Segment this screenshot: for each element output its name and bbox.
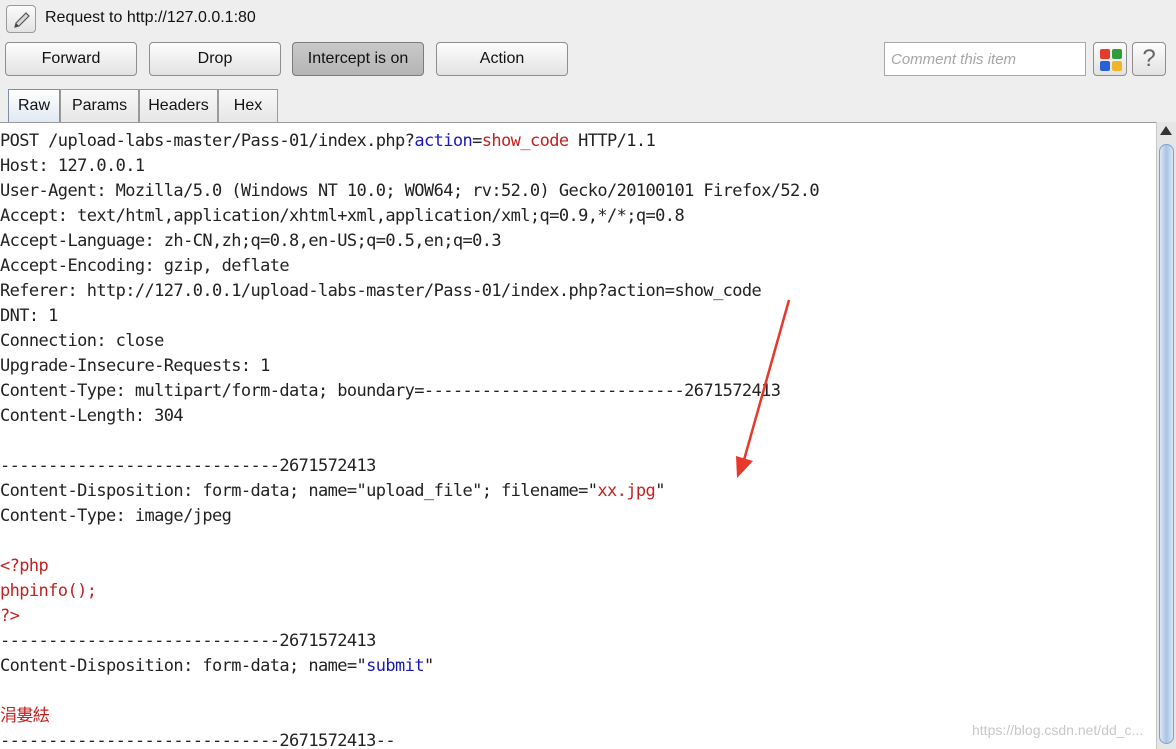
header-accept-encoding: Accept-Encoding: gzip, deflate [0,256,290,276]
header-content-type: Content-Type: multipart/form-data; bound… [0,381,781,401]
boundary-end-line: -----------------------------2671572413-… [0,731,396,749]
submit-value: 涓婁紶 [0,706,50,726]
part-content-type: Content-Type: image/jpeg [0,506,232,526]
boundary-line: -----------------------------2671572413 [0,631,376,651]
header-upgrade-insecure: Upgrade-Insecure-Requests: 1 [0,356,270,376]
intercept-toggle-button[interactable]: Intercept is on [292,42,424,76]
tab-params[interactable]: Params [60,89,139,122]
php-open-tag: <?php [0,556,49,576]
highlight-color-button[interactable] [1093,42,1127,76]
header-referer: Referer: http://127.0.0.1/upload-labs-ma… [0,281,762,301]
content-disposition-file: Content-Disposition: form-data; name="up… [0,481,665,501]
action-button[interactable]: Action [436,42,568,76]
header-accept: Accept: text/html,application/xhtml+xml,… [0,206,685,226]
scrollbar-thumb[interactable] [1159,144,1174,744]
php-close-tag: ?> [0,606,20,626]
color-grid-icon [1100,49,1122,71]
title-bar: Request to http://127.0.0.1:80 [0,0,1176,38]
forward-button[interactable]: Forward [5,42,137,76]
pencil-icon [6,5,36,33]
content-disposition-submit: Content-Disposition: form-data; name="su… [0,656,434,676]
help-button[interactable]: ? [1132,42,1166,76]
header-user-agent: User-Agent: Mozilla/5.0 (Windows NT 10.0… [0,181,820,201]
header-host: Host: 127.0.0.1 [0,156,145,176]
boundary-line: -----------------------------2671572413 [0,456,376,476]
tab-headers[interactable]: Headers [139,89,218,122]
watermark: https://blog.csdn.net/dd_c... [972,722,1144,738]
comment-input[interactable] [884,42,1086,76]
tab-raw[interactable]: Raw [8,89,60,123]
header-connection: Connection: close [0,331,164,351]
window-title: Request to http://127.0.0.1:80 [45,9,256,26]
tab-hex[interactable]: Hex [218,89,278,122]
drop-button[interactable]: Drop [149,42,281,76]
vertical-scrollbar[interactable] [1156,122,1176,749]
request-line: POST /upload-labs-master/Pass-01/index.p… [0,131,656,151]
php-code: phpinfo(); [0,581,97,601]
header-accept-language: Accept-Language: zh-CN,zh;q=0.8,en-US;q=… [0,231,502,251]
raw-request-editor[interactable]: POST /upload-labs-master/Pass-01/index.p… [0,122,1156,749]
header-dnt: DNT: 1 [0,306,58,326]
scroll-up-arrow-icon[interactable] [1160,126,1172,135]
header-content-length: Content-Length: 304 [0,406,184,426]
